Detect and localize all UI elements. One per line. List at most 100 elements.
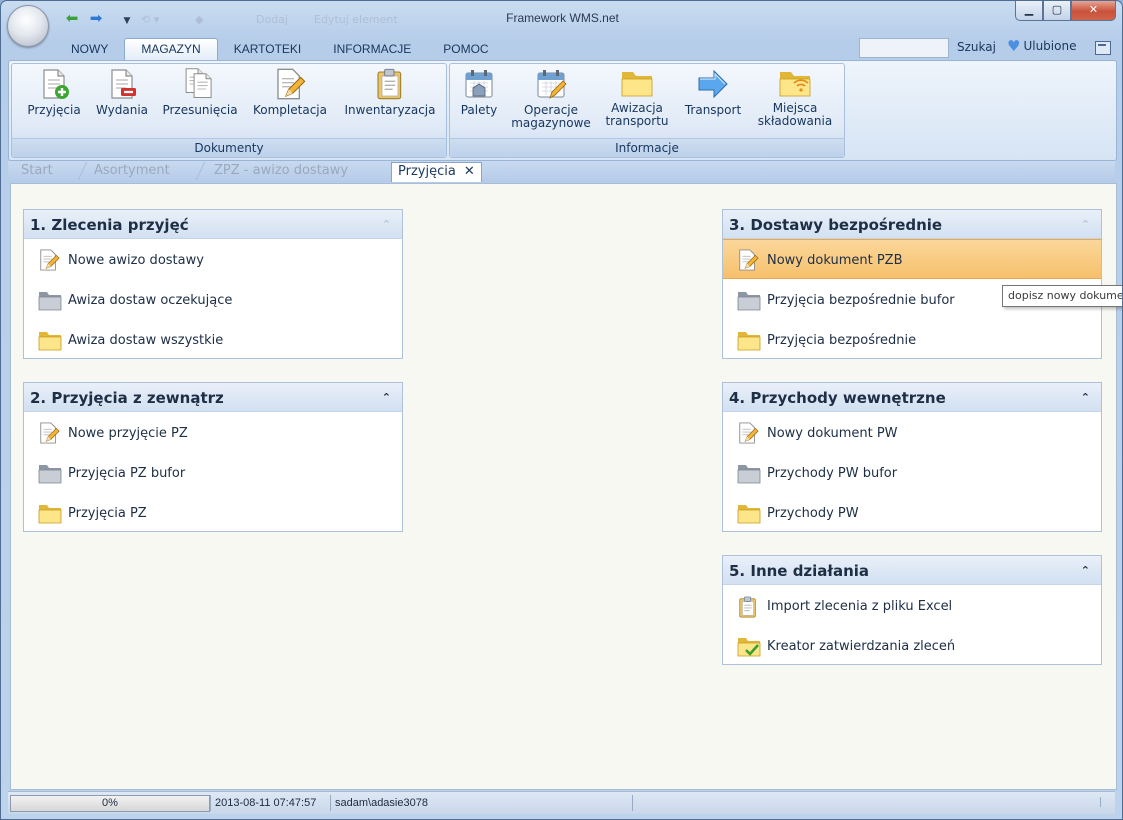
list-item-label: Przychody PW bufor: [767, 466, 898, 481]
kompletacja-button[interactable]: Kompletacja: [248, 68, 332, 117]
group-label-informacje: Informacje: [450, 138, 844, 157]
clipboard-icon: [374, 68, 406, 100]
list-item[interactable]: Nowe awizo dostawy: [24, 239, 402, 279]
list-item[interactable]: Awiza dostaw wszystkie: [24, 319, 402, 359]
inwentaryzacja-button[interactable]: Inwentaryzacja: [340, 68, 440, 117]
status-bar: 0% 2013-08-11 07:47:57 sadam\adasie3078: [8, 791, 1115, 814]
operacje-label-line2: magazynowe: [511, 116, 591, 130]
tab-informacje[interactable]: INFORMACJE: [317, 39, 427, 61]
przyjecia-button[interactable]: Przyjęcia: [20, 68, 88, 117]
miejsca-skladowania-button[interactable]: Miejsca składowania: [752, 68, 838, 128]
folder-icon: [621, 68, 653, 98]
awizacja-label-line2: transportu: [605, 114, 669, 128]
panel-title-text: 2. Przyjęcia z zewnątrz: [30, 389, 224, 407]
gray-folder-icon: [737, 462, 761, 484]
doc-tab-przyjecia[interactable]: Przyjęcia ✕: [391, 162, 482, 182]
minimize-icon: ▁: [1024, 3, 1034, 16]
favorites-button[interactable]: ♥ Ulubione: [1007, 39, 1077, 54]
maximize-icon: ▢: [1051, 3, 1063, 16]
list-item[interactable]: Przyjęcia bezpośrednie: [723, 319, 1101, 359]
palety-button[interactable]: Palety: [454, 68, 504, 117]
tab-magazyn[interactable]: MAGAZYN: [124, 38, 218, 61]
gray-folder-icon: [737, 289, 761, 311]
list-item[interactable]: Import zlecenia z pliku Excel: [723, 585, 1101, 625]
tooltip: dopisz nowy dokument: [1002, 285, 1122, 307]
document-tabs: Start Asortyment ZPZ - awizo dostawy Prz…: [8, 161, 1115, 182]
przesuniecia-button[interactable]: Przesunięcia: [158, 68, 242, 117]
palety-label: Palety: [460, 103, 498, 117]
list-item-label: Import zlecenia z pliku Excel: [767, 599, 953, 614]
doc-pencil-icon: [38, 422, 60, 444]
tab-pomoc[interactable]: POMOC: [427, 39, 504, 61]
list-item[interactable]: Przyjęcia PZ bufor: [24, 452, 402, 492]
tab-nowy[interactable]: NOWY: [55, 39, 124, 61]
list-item-label: Nowe awizo dostawy: [68, 253, 204, 268]
maximize-button[interactable]: ▢: [1043, 1, 1071, 21]
yellow-folder-icon: [737, 502, 761, 524]
window-layout-icon[interactable]: [1095, 41, 1111, 55]
arrow-right-icon: [697, 68, 729, 100]
favorites-label: Ulubione: [1023, 39, 1077, 53]
list-item-label: Awiza dostaw wszystkie: [68, 333, 224, 348]
search-input[interactable]: [859, 38, 949, 58]
close-window-button[interactable]: ✕: [1071, 1, 1116, 21]
awizacja-transportu-button[interactable]: Awizacja transportu: [600, 68, 674, 128]
panel-title[interactable]: 1. Zlecenia przyjęć ⌃: [24, 210, 402, 239]
list-item-label: Przyjęcia bezpośrednie: [767, 333, 917, 348]
resize-grip-icon[interactable]: [1100, 797, 1111, 807]
calendar-pencil-icon: [535, 68, 567, 99]
status-empty-cell: [632, 795, 787, 811]
panel-title[interactable]: 5. Inne działania ⌃: [723, 556, 1101, 585]
list-item[interactable]: Nowe przyjęcie PZ: [24, 412, 402, 452]
inwentaryzacja-label: Inwentaryzacja: [344, 103, 436, 117]
close-tab-icon[interactable]: ✕: [464, 164, 475, 179]
list-item[interactable]: Przychody PW: [723, 492, 1101, 532]
doc-pencil-icon: [38, 249, 60, 271]
ribbon: Przyjęcia Wydania Przesunięcia Kompletac…: [8, 60, 1117, 161]
panel-przyjecia-z-zewnatrz: 2. Przyjęcia z zewnątrz ⌃ Nowe przyjęcie …: [23, 382, 403, 532]
collapse-chevron-icon[interactable]: ⌃: [1081, 383, 1090, 413]
clipboard-icon: [737, 595, 759, 619]
panel-title-text: 1. Zlecenia przyjęć: [30, 216, 189, 234]
wydania-button[interactable]: Wydania: [90, 68, 154, 117]
operacje-magazynowe-button[interactable]: Operacje magazynowe: [508, 68, 594, 130]
panel-title[interactable]: 2. Przyjęcia z zewnątrz ⌃: [24, 383, 402, 412]
panel-zlecenia-przyjec: 1. Zlecenia przyjęć ⌃ Nowe awizo dostawy …: [23, 209, 403, 359]
list-item[interactable]: Przyjęcia PZ: [24, 492, 402, 532]
doc-tab-zpz[interactable]: ZPZ - awizo dostawy: [214, 163, 348, 178]
doc-tab-separator: [77, 162, 88, 180]
dashboard-content: 1. Zlecenia przyjęć ⌃ Nowe awizo dostawy …: [10, 183, 1117, 790]
collapse-chevron-icon[interactable]: ⌃: [382, 210, 391, 240]
awizacja-label-line1: Awizacja: [611, 101, 663, 115]
collapse-chevron-icon[interactable]: ⌃: [1081, 210, 1090, 240]
doc-plus-icon: [38, 68, 69, 99]
collapse-chevron-icon[interactable]: ⌃: [1081, 556, 1090, 586]
transport-label: Transport: [684, 103, 742, 117]
list-item[interactable]: Awiza dostaw oczekujące: [24, 279, 402, 319]
transport-button[interactable]: Transport: [678, 68, 748, 117]
list-item-label: Nowy dokument PZB: [767, 253, 903, 268]
title-bar: ⬅ ➡ ▼ ⟲ ▾ ◆ Dodaj Edytuj element Framewo…: [1, 1, 1122, 47]
panel-title[interactable]: 3. Dostawy bezpośrednie ⌃: [723, 210, 1101, 239]
tab-kartoteki[interactable]: KARTOTEKI: [218, 39, 318, 61]
doc-tab-start[interactable]: Start: [21, 163, 53, 178]
doc-tab-separator: [195, 162, 206, 180]
list-item-label: Przychody PW: [767, 506, 859, 521]
list-item-highlighted[interactable]: Nowy dokument PZB: [723, 239, 1101, 279]
panel-dostawy-bezposrednie: 3. Dostawy bezpośrednie ⌃ Nowy dokument P…: [722, 209, 1102, 359]
doc-tab-asortyment[interactable]: Asortyment: [94, 163, 170, 178]
list-item[interactable]: Przychody PW bufor: [723, 452, 1101, 492]
calendar-warehouse-icon: [463, 68, 495, 100]
search-button[interactable]: Szukaj: [957, 40, 996, 54]
doc-pencil-icon: [274, 68, 306, 100]
list-item[interactable]: Kreator zatwierdzania zleceń: [723, 625, 1101, 665]
gray-folder-icon: [38, 462, 62, 484]
ribbon-group-dokumenty: Przyjęcia Wydania Przesunięcia Kompletac…: [11, 63, 447, 158]
list-item[interactable]: Nowy dokument PW: [723, 412, 1101, 452]
status-user: sadam\adasie3078: [330, 795, 631, 811]
ribbon-tabs: NOWY MAGAZYN KARTOTEKI INFORMACJE POMOC: [55, 38, 505, 61]
collapse-chevron-icon[interactable]: ⌃: [382, 383, 391, 413]
application-menu-orb[interactable]: [7, 5, 49, 47]
minimize-button[interactable]: ▁: [1015, 1, 1043, 21]
panel-title[interactable]: 4. Przychody wewnętrzne ⌃: [723, 383, 1101, 412]
